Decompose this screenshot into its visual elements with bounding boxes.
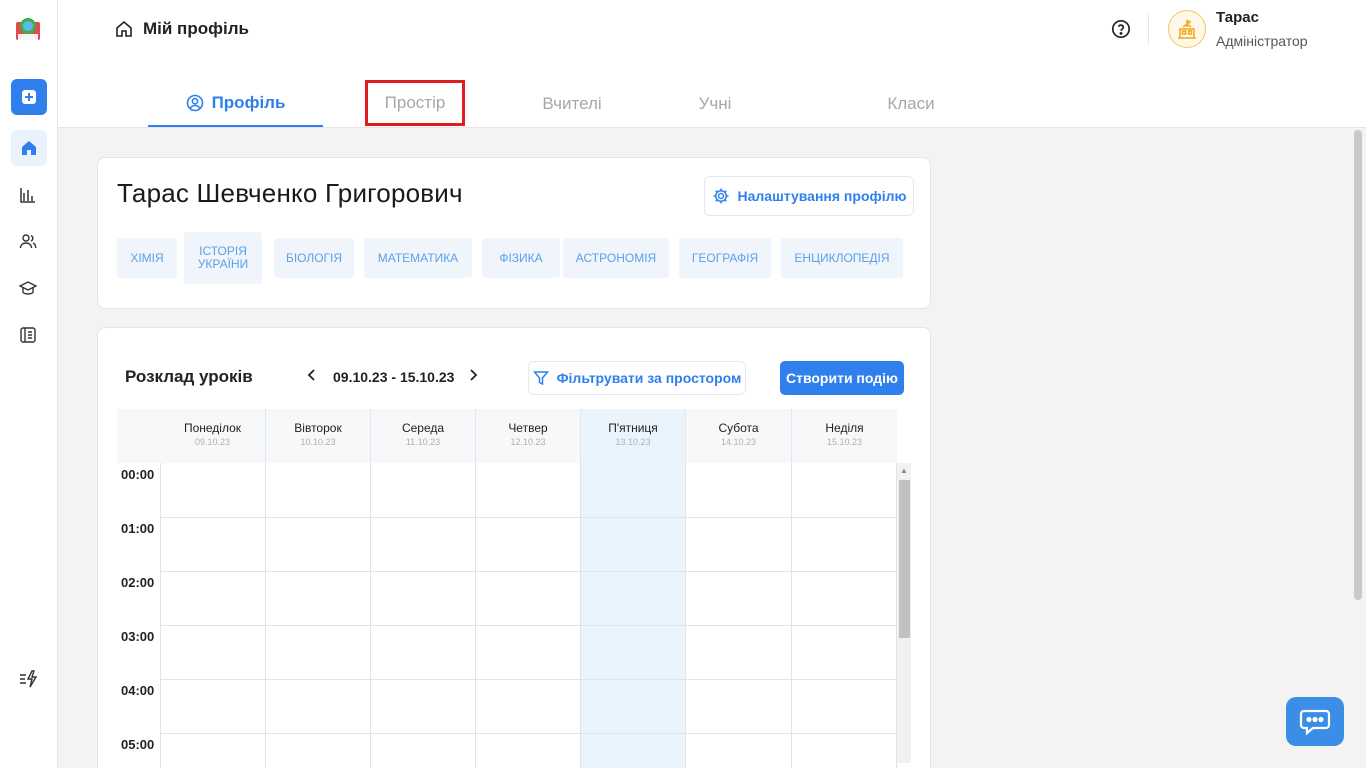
chevron-right-icon	[470, 369, 478, 381]
profile-settings-button[interactable]: Налаштування профілю	[704, 176, 914, 216]
hour-label: 00:00	[121, 467, 155, 482]
schedule-title: Розклад уроків	[125, 367, 253, 386]
gear-icon	[713, 188, 729, 204]
graduation-cap-icon	[19, 281, 37, 295]
day-header-friday: П'ятниця 13.10.23	[580, 409, 685, 463]
chart-icon	[20, 188, 35, 203]
profile-settings-label: Налаштування профілю	[737, 188, 907, 204]
filter-icon	[532, 371, 549, 386]
create-event-button[interactable]: Створити подію	[780, 361, 904, 395]
lightning-list-icon	[20, 670, 37, 688]
next-week-button[interactable]	[467, 368, 479, 387]
day-header-wednesday: Середа 11.10.23	[370, 409, 475, 463]
schedule-card: Розклад уроків 09.10.23 - 15.10.23 Фільт…	[97, 327, 931, 768]
tab-space[interactable]: Простір	[365, 80, 465, 126]
user-role: Адміністратор	[1216, 33, 1308, 49]
profile-full-name: Тарас Шевченко Григорович	[117, 178, 463, 208]
profile-card: Тарас Шевченко Григорович Налаштування п…	[97, 157, 931, 309]
tab-classes-label: Класи	[887, 93, 935, 113]
subject-tag: АСТРОНОМІЯ	[563, 238, 669, 278]
hour-label: 04:00	[121, 683, 155, 698]
subject-tag: ГЕОГРАФІЯ	[679, 238, 771, 278]
header: Мій профіль Тарас Адміністратор Профіль …	[58, 0, 1366, 128]
users-icon	[19, 234, 37, 249]
prev-week-button[interactable]	[306, 368, 318, 387]
subject-tag: МАТЕМАТИКА	[364, 238, 472, 278]
home-icon	[22, 141, 36, 155]
filter-by-space-button[interactable]: Фільтрувати за простором	[528, 361, 746, 395]
current-day-column	[580, 463, 685, 768]
avatar[interactable]	[1168, 10, 1206, 48]
filter-label: Фільтрувати за простором	[556, 370, 742, 386]
chat-bubble-icon	[1299, 709, 1331, 735]
user-circle-icon	[186, 94, 203, 111]
sidebar	[0, 0, 58, 768]
scroll-up-arrow-icon[interactable]: ▲	[900, 466, 908, 475]
plus-square-icon	[22, 90, 36, 104]
page-scrollbar[interactable]	[1354, 130, 1362, 600]
book-icon	[20, 327, 36, 343]
chat-button[interactable]	[1286, 697, 1344, 746]
help-button[interactable]	[1111, 19, 1131, 39]
tab-space-label: Простір	[384, 93, 446, 112]
day-header-monday: Понеділок 09.10.23	[183, 421, 242, 447]
day-header-saturday: Субота 14.10.23	[685, 409, 791, 463]
sidebar-item-users[interactable]	[17, 230, 39, 252]
week-range: 09.10.23 - 15.10.23	[333, 369, 455, 385]
home-outline-icon	[116, 20, 132, 37]
schedule-scrollbar-thumb[interactable]	[899, 480, 910, 638]
tab-profile[interactable]: Профіль	[148, 80, 323, 127]
sidebar-item-classes[interactable]	[17, 277, 39, 299]
sidebar-item-quick-actions[interactable]	[17, 668, 39, 690]
schedule-header: Понеділок 09.10.23 Вівторок 10.10.23 Серед…	[117, 409, 897, 463]
add-button[interactable]	[11, 79, 47, 115]
day-header-thursday: Четвер 12.10.23	[475, 409, 580, 463]
hour-label: 03:00	[121, 629, 155, 644]
school-logo-icon[interactable]	[14, 14, 42, 42]
hour-label: 05:00	[121, 737, 155, 752]
header-divider	[1148, 14, 1149, 44]
subject-tag: ЕНЦИКЛОПЕДІЯ	[781, 238, 903, 278]
sidebar-item-home[interactable]	[11, 130, 47, 166]
question-circle-icon	[1111, 19, 1131, 39]
tab-classes[interactable]: Класи	[870, 80, 952, 127]
tab-students-label: Учні	[698, 93, 732, 113]
tab-students[interactable]: Учні	[675, 80, 755, 127]
user-name: Тарас	[1216, 9, 1259, 26]
subject-tag: ХІМІЯ	[117, 238, 177, 278]
tab-profile-label: Профіль	[211, 92, 286, 112]
tab-teachers[interactable]: Вчителі	[522, 80, 622, 127]
day-header-sunday: Неділя 15.10.23	[791, 409, 897, 463]
breadcrumb[interactable]: Мій профіль	[115, 18, 249, 40]
schedule-grid[interactable]: 00:00 01:00 02:00 03:00 04:00 05:00	[117, 463, 897, 768]
subject-tag: ІСТОРІЯ УКРАЇНИ	[184, 232, 262, 284]
hour-label: 02:00	[121, 575, 155, 590]
sidebar-item-statistics[interactable]	[17, 184, 39, 206]
chevron-left-icon	[307, 369, 315, 381]
school-building-icon	[1178, 19, 1196, 39]
hour-label: 01:00	[121, 521, 155, 536]
tab-teachers-label: Вчителі	[542, 93, 602, 113]
subject-tag: ФІЗИКА	[482, 238, 560, 278]
subject-tag: БІОЛОГІЯ	[274, 238, 354, 278]
sidebar-item-journal[interactable]	[17, 324, 39, 346]
day-header-tuesday: Вівторок 10.10.23	[265, 409, 370, 463]
page-title: Мій профіль	[143, 19, 249, 38]
